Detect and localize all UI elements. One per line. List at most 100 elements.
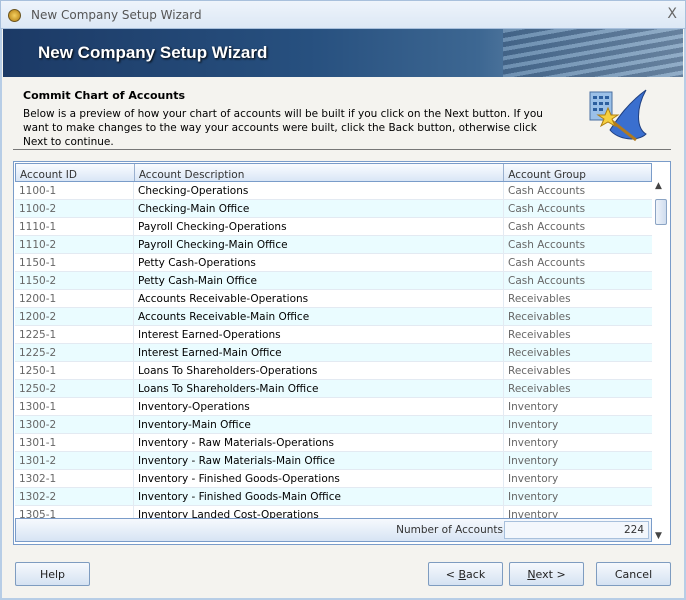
account-id-cell[interactable]: 1301-2 [15,452,134,469]
account-id-cell[interactable]: 1100-1 [15,182,134,199]
table-row[interactable]: 1150-2 Petty Cash-Main Office Cash Account… [15,272,652,290]
account-description-cell[interactable]: Interest Earned-Main Office [134,344,504,361]
account-id-cell[interactable]: 1305-1 [15,506,134,518]
account-description-cell[interactable]: Inventory Landed Cost-Operations [134,506,504,518]
account-description-cell[interactable]: Petty Cash-Operations [134,254,504,271]
account-description-cell[interactable]: Interest Earned-Operations [134,326,504,343]
account-id-cell[interactable]: 1200-1 [15,290,134,307]
account-id-cell[interactable]: 1300-2 [15,416,134,433]
account-group-cell[interactable]: Cash Accounts [504,200,651,217]
table-row[interactable]: 1302-1 Inventory - Finished Goods-Operati… [15,470,652,488]
column-header-account-group[interactable]: Account Group [504,164,651,181]
account-description-cell[interactable]: Payroll Checking-Operations [134,218,504,235]
account-group-cell[interactable]: Inventory [504,470,651,487]
account-group-cell[interactable]: Inventory [504,506,651,518]
table-row[interactable]: 1110-1 Payroll Checking-Operations Cash Ac… [15,218,652,236]
account-group-cell[interactable]: Receivables [504,362,651,379]
next-accel: N [527,568,536,581]
back-accel: B [458,568,467,581]
account-group-cell[interactable]: Inventory [504,398,651,415]
table-row[interactable]: 1300-1 Inventory-Operations Inventory [15,398,652,416]
account-group-cell[interactable]: Cash Accounts [504,254,651,271]
app-icon [8,9,21,22]
table-row[interactable]: 1200-1 Accounts Receivable-Operations Rece… [15,290,652,308]
table-row[interactable]: 1250-2 Loans To Shareholders-Main Office R… [15,380,652,398]
account-id-cell[interactable]: 1150-1 [15,254,134,271]
table-row[interactable]: 1225-1 Interest Earned-Operations Receivab… [15,326,652,344]
account-group-cell[interactable]: Receivables [504,308,651,325]
grid-footer: Number of Accounts 224 [15,518,652,542]
account-id-cell[interactable]: 1300-1 [15,398,134,415]
divider [13,149,671,150]
column-header-account-description[interactable]: Account Description [135,164,505,181]
close-icon[interactable]: X [667,6,677,22]
account-group-cell[interactable]: Inventory [504,488,651,505]
account-description-cell[interactable]: Accounts Receivable-Operations [134,290,504,307]
account-id-cell[interactable]: 1302-2 [15,488,134,505]
account-description-cell[interactable]: Inventory - Finished Goods-Operations [134,470,504,487]
account-id-cell[interactable]: 1225-2 [15,344,134,361]
table-row[interactable]: 1150-1 Petty Cash-Operations Cash Accounts [15,254,652,272]
account-group-cell[interactable]: Cash Accounts [504,218,651,235]
help-button[interactable]: Help [15,562,90,586]
account-description-cell[interactable]: Loans To Shareholders-Main Office [134,380,504,397]
account-id-cell[interactable]: 1302-1 [15,470,134,487]
account-group-cell[interactable]: Receivables [504,380,651,397]
account-description-cell[interactable]: Accounts Receivable-Main Office [134,308,504,325]
account-group-cell[interactable]: Cash Accounts [504,236,651,253]
account-description-cell[interactable]: Inventory-Operations [134,398,504,415]
account-group-cell[interactable]: Cash Accounts [504,272,651,289]
account-description-cell[interactable]: Loans To Shareholders-Operations [134,362,504,379]
table-row[interactable]: 1200-2 Accounts Receivable-Main Office Rec… [15,308,652,326]
account-group-cell[interactable]: Inventory [504,434,651,451]
scroll-down-icon[interactable]: ▼ [655,531,662,541]
account-group-cell[interactable]: Inventory [504,452,651,469]
grid-rows: 1100-1 Checking-Operations Cash Accounts 11… [15,182,652,518]
account-id-cell[interactable]: 1110-1 [15,218,134,235]
account-description-cell[interactable]: Inventory - Raw Materials-Operations [134,434,504,451]
table-row[interactable]: 1110-2 Payroll Checking-Main Office Cash A… [15,236,652,254]
account-id-cell[interactable]: 1100-2 [15,200,134,217]
account-group-cell[interactable]: Cash Accounts [504,182,651,199]
title-bar: New Company Setup Wizard X [0,0,686,29]
account-group-cell[interactable]: Receivables [504,326,651,343]
table-row[interactable]: 1301-1 Inventory - Raw Materials-Operatio… [15,434,652,452]
account-description-cell[interactable]: Payroll Checking-Main Office [134,236,504,253]
table-row[interactable]: 1250-1 Loans To Shareholders-Operations Re… [15,362,652,380]
number-of-accounts-value: 224 [504,521,649,539]
account-id-cell[interactable]: 1200-2 [15,308,134,325]
next-button[interactable]: Next > [509,562,584,586]
account-description-cell[interactable]: Inventory - Finished Goods-Main Office [134,488,504,505]
table-row[interactable]: 1302-2 Inventory - Finished Goods-Main Of… [15,488,652,506]
account-id-cell[interactable]: 1301-1 [15,434,134,451]
back-prefix: < [445,568,459,581]
scroll-up-icon[interactable]: ▲ [655,181,662,191]
account-description-cell[interactable]: Inventory - Raw Materials-Main Office [134,452,504,469]
account-id-cell[interactable]: 1250-1 [15,362,134,379]
account-description-cell[interactable]: Checking-Main Office [134,200,504,217]
cancel-button[interactable]: Cancel [596,562,671,586]
account-id-cell[interactable]: 1150-2 [15,272,134,289]
account-description-cell[interactable]: Checking-Operations [134,182,504,199]
account-description-cell[interactable]: Inventory-Main Office [134,416,504,433]
back-button[interactable]: < Back [428,562,503,586]
column-header-account-id[interactable]: Account ID [16,164,135,181]
account-description-cell[interactable]: Petty Cash-Main Office [134,272,504,289]
table-row[interactable]: 1100-1 Checking-Operations Cash Accounts [15,182,652,200]
account-id-cell[interactable]: 1250-2 [15,380,134,397]
table-row[interactable]: 1100-2 Checking-Main Office Cash Accounts [15,200,652,218]
account-group-cell[interactable]: Receivables [504,344,651,361]
accounts-grid[interactable]: Account ID Account Description Account G… [13,161,671,545]
scrollbar-thumb[interactable] [655,199,667,225]
table-row[interactable]: 1300-2 Inventory-Main Office Inventory [15,416,652,434]
page-description: Below is a preview of how your chart of … [23,108,543,148]
wizard-icon [589,89,647,142]
account-id-cell[interactable]: 1110-2 [15,236,134,253]
vertical-scrollbar[interactable]: ▲ ▼ [652,179,669,543]
table-row[interactable]: 1225-2 Interest Earned-Main Office Receiva… [15,344,652,362]
table-row[interactable]: 1301-2 Inventory - Raw Materials-Main Off… [15,452,652,470]
account-group-cell[interactable]: Receivables [504,290,651,307]
account-id-cell[interactable]: 1225-1 [15,326,134,343]
account-group-cell[interactable]: Inventory [504,416,651,433]
table-row[interactable]: 1305-1 Inventory Landed Cost-Operations In… [15,506,652,518]
